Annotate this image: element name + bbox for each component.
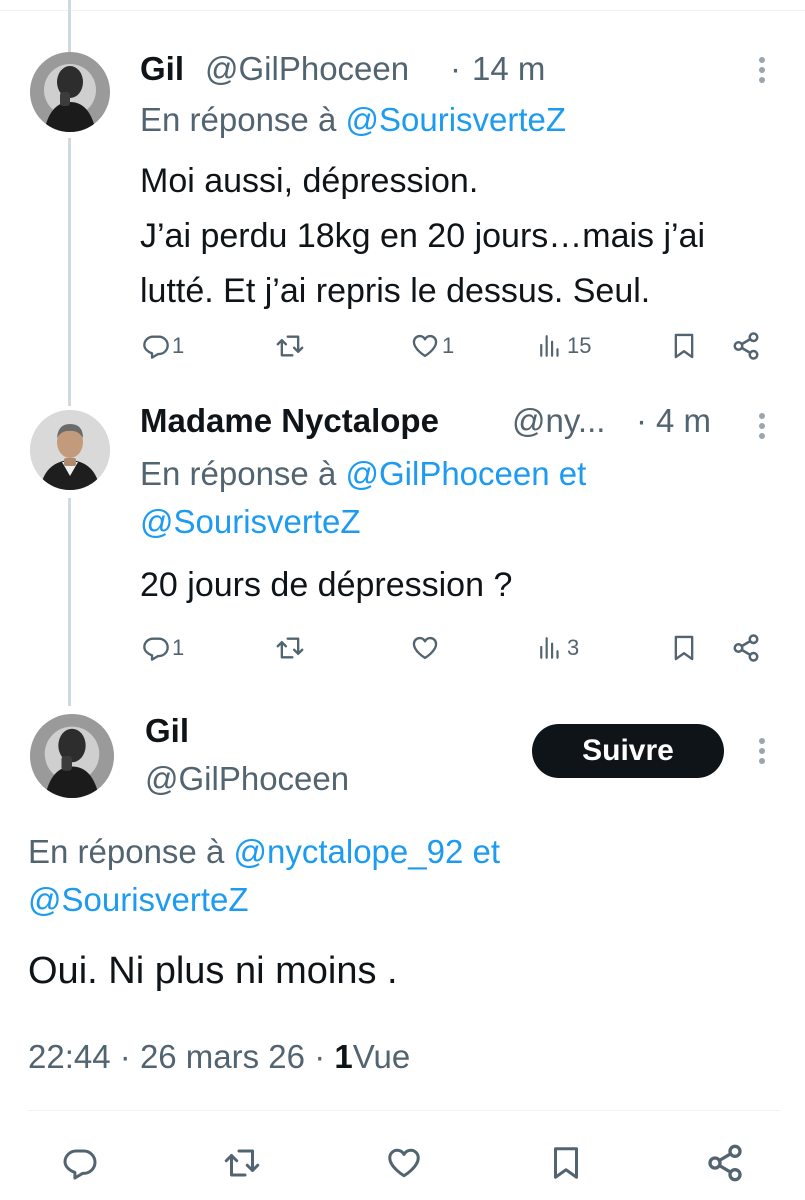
views-count: 15 [567,333,592,358]
views-icon [537,635,565,661]
reply-context: En réponse à @SourisverteZ [140,96,566,144]
more-icon[interactable] [757,57,767,87]
tweet-date[interactable]: 26 mars 26 [140,1038,305,1075]
like-button[interactable]: 1 [410,332,454,360]
bookmark-button[interactable] [548,1143,584,1183]
tweet-text-line: Moi aussi, dépression. [140,162,479,200]
meta-separator: · [636,402,647,439]
reply-prefix: En réponse à [28,833,225,870]
views-count: 1 [334,1038,353,1075]
like-button[interactable] [410,634,440,662]
like-button[interactable] [385,1145,423,1181]
reply-mention[interactable]: @SourisverteZ [345,101,566,138]
reply-button[interactable]: 1 [142,634,184,662]
reply-button[interactable]: 1 [142,332,184,360]
bookmark-icon [548,1143,584,1183]
tweet-time[interactable]: 14 m [472,50,545,88]
share-button[interactable] [705,1143,745,1183]
meta-separator: · [314,1038,326,1075]
retweet-button[interactable] [222,1145,262,1181]
bookmark-button[interactable] [670,331,698,361]
main-tweet-text: Oui. Ni plus ni moins . [28,950,398,992]
author-name[interactable]: Gil [140,50,184,88]
author-name[interactable]: Gil [145,712,189,750]
reply-mention[interactable]: @SourisverteZ [140,503,361,540]
author-name[interactable]: Madame Nyctalope [140,402,439,440]
avatar[interactable] [30,714,114,798]
tweet-text: Moi aussi, dépression. J’ai perdu 18kg e… [140,154,705,319]
retweet-button[interactable] [275,634,305,662]
bookmark-button[interactable] [670,633,698,663]
reply-icon [142,634,170,662]
follow-button[interactable]: Suivre [532,724,724,778]
reply-count: 1 [172,635,185,660]
reply-icon [62,1145,98,1181]
avatar[interactable] [30,410,110,490]
retweet-button[interactable] [275,332,305,360]
retweet-icon [222,1145,262,1181]
thread-line [68,138,71,406]
divider [28,1110,780,1111]
top-divider [0,10,805,11]
thread-line [68,0,71,52]
share-button[interactable] [731,331,761,361]
avatar[interactable] [30,52,110,132]
tweet-text-line: J’ai perdu 18kg en 20 jours…mais j’ai [140,217,706,255]
reply-button[interactable] [62,1145,98,1181]
bookmark-icon [670,331,698,361]
views-button[interactable]: 3 [537,635,579,661]
reply-context: En réponse à @nyctalope_92 et @Sourisver… [28,828,768,924]
reply-and: et [472,833,501,870]
more-icon[interactable] [757,413,767,443]
reply-context: En réponse à @GilPhoceen et @Sourisverte… [140,450,740,546]
views-label: Vue [352,1038,411,1075]
views-button[interactable]: 15 [537,333,591,359]
more-icon[interactable] [757,738,767,768]
retweet-icon [275,332,305,360]
reply-mention[interactable]: @GilPhoceen [345,455,549,492]
meta-separator: · [450,50,461,87]
meta-separator: · [119,1038,131,1075]
share-icon [731,633,761,663]
share-icon [731,331,761,361]
author-handle[interactable]: @GilPhoceen [145,760,349,798]
thread-line [68,498,71,706]
reply-mention[interactable]: @SourisverteZ [28,881,249,918]
tweet-text-line: 20 jours de dépression ? [140,566,513,604]
tweet-time[interactable]: 4 m [656,402,711,440]
retweet-icon [275,634,305,662]
like-icon [410,634,440,662]
author-handle[interactable]: @GilPhoceen [205,50,409,88]
share-button[interactable] [731,633,761,663]
reply-count: 1 [172,333,185,358]
author-handle[interactable]: @ny... [512,402,605,440]
reply-prefix: En réponse à [140,101,337,138]
like-icon [410,332,440,360]
reply-mention[interactable]: @nyctalope_92 [233,833,463,870]
views-icon [537,333,565,359]
like-count: 1 [442,333,455,358]
reply-and: et [558,455,587,492]
reply-prefix: En réponse à [140,455,337,492]
tweet-time[interactable]: 22:44 [28,1038,111,1075]
tweet-timestamp: 22:44 · 26 mars 26 · 1Vue [28,1038,410,1076]
share-icon [705,1143,745,1183]
tweet-text-line: lutté. Et j’ai repris le dessus. Seul. [140,272,651,310]
like-icon [385,1145,423,1181]
reply-icon [142,332,170,360]
bookmark-icon [670,633,698,663]
views-count: 3 [567,635,580,660]
